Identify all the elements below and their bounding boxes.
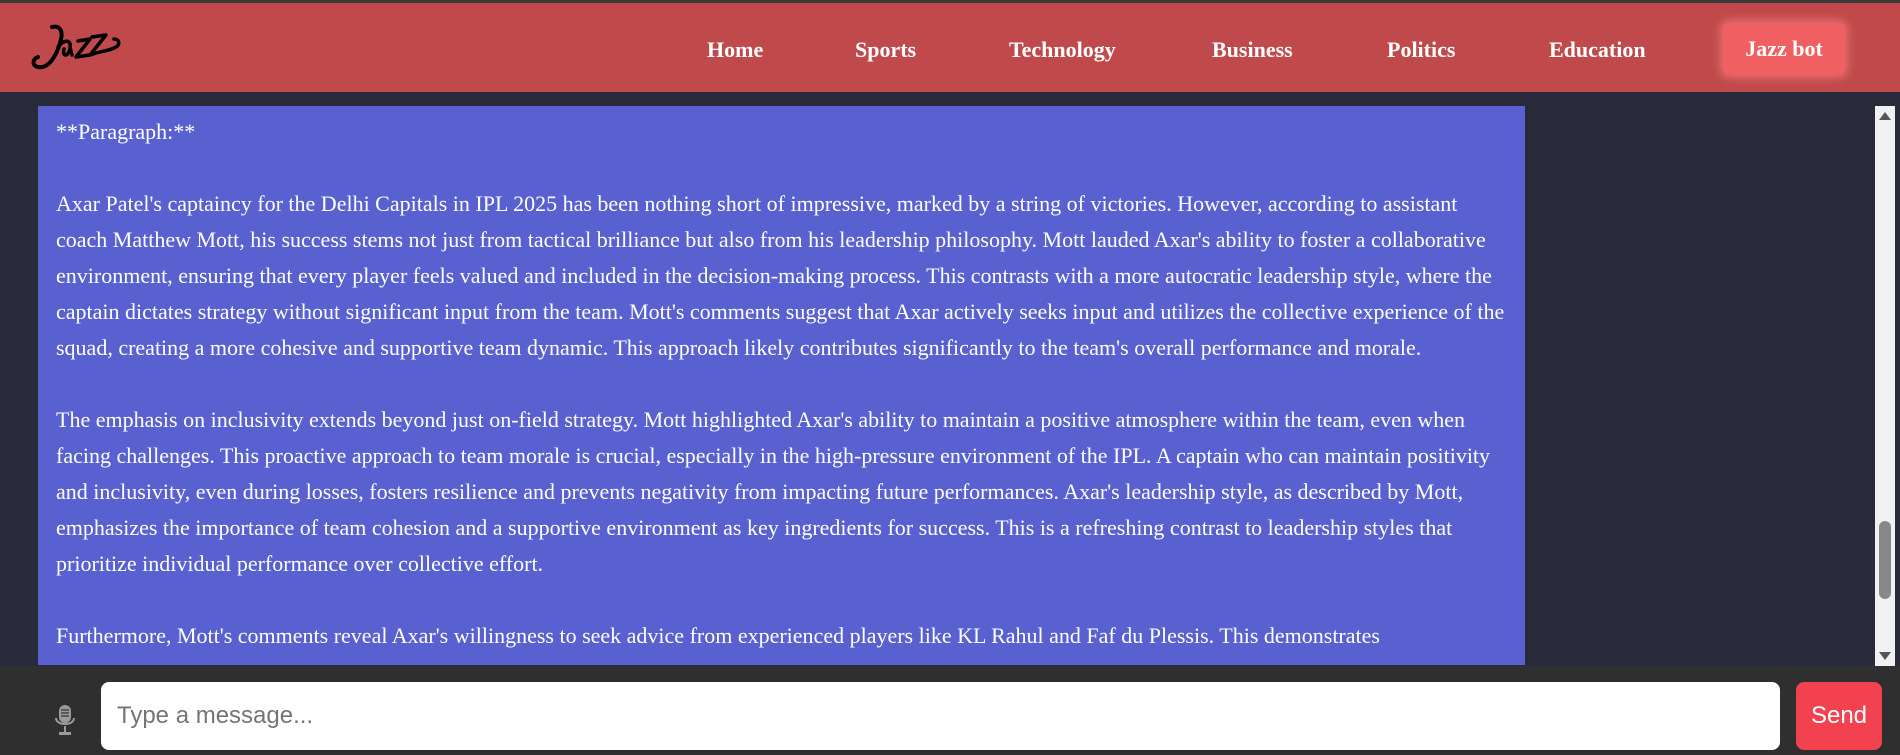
message-input[interactable] xyxy=(101,682,1780,750)
message-paragraph: Axar Patel's captaincy for the Delhi Cap… xyxy=(56,191,1505,360)
nav-education[interactable]: Education xyxy=(1549,37,1646,63)
scroll-down-arrow-icon[interactable] xyxy=(1879,652,1891,660)
jazz-bot-button[interactable]: Jazz bot xyxy=(1723,23,1845,75)
nav-sports[interactable]: Sports xyxy=(855,37,916,63)
send-button[interactable]: Send xyxy=(1796,682,1882,750)
scroll-up-arrow-icon[interactable] xyxy=(1879,112,1891,120)
microphone-icon[interactable] xyxy=(54,704,76,736)
message-paragraph: Furthermore, Mott's comments reveal Axar… xyxy=(56,623,1380,648)
navbar: Home Sports Technology Business Politics… xyxy=(0,0,1900,92)
nav-technology[interactable]: Technology xyxy=(1009,37,1116,63)
scroll-thumb[interactable] xyxy=(1879,521,1891,599)
chat-area[interactable]: **Paragraph:** Axar Patel's captaincy fo… xyxy=(0,92,1875,665)
message-paragraph: The emphasis on inclusivity extends beyo… xyxy=(56,407,1491,576)
nav-business[interactable]: Business xyxy=(1212,37,1293,63)
nav-politics[interactable]: Politics xyxy=(1387,37,1455,63)
bot-message: **Paragraph:** Axar Patel's captaincy fo… xyxy=(38,106,1525,665)
nav-home[interactable]: Home xyxy=(707,37,763,63)
composer-bar: Send xyxy=(0,666,1900,755)
vertical-scrollbar[interactable] xyxy=(1875,106,1895,666)
message-heading: **Paragraph:** xyxy=(56,119,196,144)
jazz-logo[interactable] xyxy=(30,17,126,77)
